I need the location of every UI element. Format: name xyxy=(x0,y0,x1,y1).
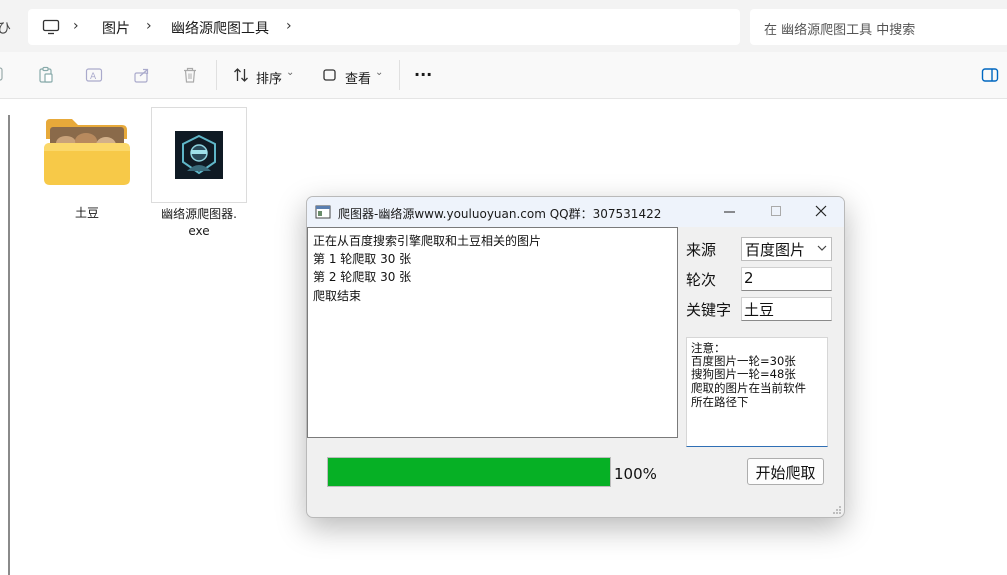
note-line: 所在路径下 xyxy=(691,395,749,409)
close-icon xyxy=(815,205,827,217)
log-line: 第 2 轮爬取 30 张 xyxy=(313,270,412,284)
keyword-input[interactable]: 土豆 xyxy=(741,297,832,321)
folder-icon xyxy=(44,119,130,185)
more-options-button[interactable]: ··· xyxy=(414,65,432,84)
note-line: 搜狗图片一轮=48张 xyxy=(691,367,796,381)
share-icon[interactable] xyxy=(133,66,151,84)
maximize-button[interactable] xyxy=(753,197,799,227)
crawler-window: 爬图器-幽络源www.youluoyuan.com QQ群：307531422 … xyxy=(306,196,845,518)
resize-grip-icon[interactable] xyxy=(832,505,842,515)
log-line: 正在从百度搜索引擎爬取和土豆相关的图片 xyxy=(313,234,542,248)
command-bar: A 排序 ⌄ 查看 ⌄ ··· xyxy=(0,52,1007,99)
sort-button[interactable]: 排序 xyxy=(256,68,282,87)
search-placeholder: 在 幽络源爬图工具 中搜索 xyxy=(764,23,916,38)
log-output-box[interactable]: 正在从百度搜索引擎爬取和土豆相关的图片 第 1 轮爬取 30 张 第 2 轮爬取… xyxy=(307,227,678,438)
breadcrumb-pictures[interactable]: 图片 xyxy=(102,18,130,38)
chevron-down-icon[interactable] xyxy=(817,244,827,252)
minimize-icon xyxy=(724,211,735,213)
progress-bar xyxy=(327,457,611,487)
rounds-input[interactable]: 2 xyxy=(741,267,832,291)
svg-text:A: A xyxy=(90,72,97,82)
log-line: 第 1 轮爬取 30 张 xyxy=(313,252,412,266)
note-line: 爬取的图片在当前软件 xyxy=(691,381,806,395)
explorer-address-bar: ひ › 图片 › 幽络源爬图工具 › 在 幽络源爬图工具 中搜索 xyxy=(0,0,1007,52)
source-select[interactable]: 百度图片 xyxy=(741,237,832,261)
log-line: 爬取结束 xyxy=(313,289,362,303)
exe-tile[interactable]: 幽络源爬图器. exe xyxy=(151,107,247,240)
app-logo-icon xyxy=(175,131,223,179)
file-label: 土豆 xyxy=(74,206,99,220)
search-box[interactable]: 在 幽络源爬图工具 中搜索 xyxy=(750,9,1007,45)
file-label: 幽络源爬图器. xyxy=(161,207,237,221)
source-label: 来源 xyxy=(686,241,717,259)
folder-tile[interactable]: 土豆 xyxy=(40,117,134,222)
close-button[interactable] xyxy=(798,197,844,227)
exe-thumbnail xyxy=(151,107,247,203)
chevron-down-icon[interactable]: ⌄ xyxy=(286,67,294,78)
app-window-icon xyxy=(315,205,331,219)
toolbar-divider xyxy=(399,60,400,90)
sort-icon[interactable] xyxy=(233,66,249,84)
start-crawl-button[interactable]: 开始爬取 xyxy=(747,458,824,485)
progress-bar-fill xyxy=(328,458,610,486)
navigation-pane-edge[interactable] xyxy=(8,115,10,575)
window-title-bar[interactable]: 爬图器-幽络源www.youluoyuan.com QQ群：307531422 xyxy=(307,197,844,227)
minimize-button[interactable] xyxy=(707,197,753,227)
source-select-value: 百度图片 xyxy=(745,241,806,259)
delete-icon[interactable] xyxy=(181,66,199,84)
view-icon[interactable] xyxy=(323,66,337,84)
keyword-input-value: 土豆 xyxy=(744,301,775,319)
keyword-label: 关键字 xyxy=(686,301,732,319)
paste-icon[interactable] xyxy=(37,66,55,84)
file-label-ext: exe xyxy=(188,224,210,238)
rename-icon[interactable]: A xyxy=(85,66,103,84)
cut-icon[interactable] xyxy=(0,66,6,84)
rounds-label: 轮次 xyxy=(686,271,717,289)
this-pc-icon[interactable] xyxy=(42,18,60,36)
address-box[interactable]: › 图片 › 幽络源爬图工具 › xyxy=(28,9,740,45)
chevron-right-icon[interactable]: › xyxy=(146,18,152,34)
breadcrumb-tool-folder[interactable]: 幽络源爬图工具 xyxy=(171,18,269,38)
chevron-right-icon[interactable]: › xyxy=(286,18,292,34)
toolbar-divider xyxy=(216,60,217,90)
chevron-down-icon[interactable]: ⌄ xyxy=(375,67,383,78)
rounds-input-value: 2 xyxy=(744,269,754,287)
view-button[interactable]: 查看 xyxy=(345,68,371,87)
chevron-right-icon[interactable]: › xyxy=(73,18,79,34)
progress-percent: 100% xyxy=(614,465,657,483)
maximize-icon xyxy=(771,206,781,216)
window-title: 爬图器-幽络源www.youluoyuan.com QQ群：307531422 xyxy=(338,207,662,221)
details-pane-icon[interactable] xyxy=(981,66,999,84)
notes-textbox[interactable]: 注意： 百度图片一轮=30张 搜狗图片一轮=48张 爬取的图片在当前软件 所在路… xyxy=(686,337,828,447)
refresh-button[interactable]: ひ xyxy=(0,18,11,38)
